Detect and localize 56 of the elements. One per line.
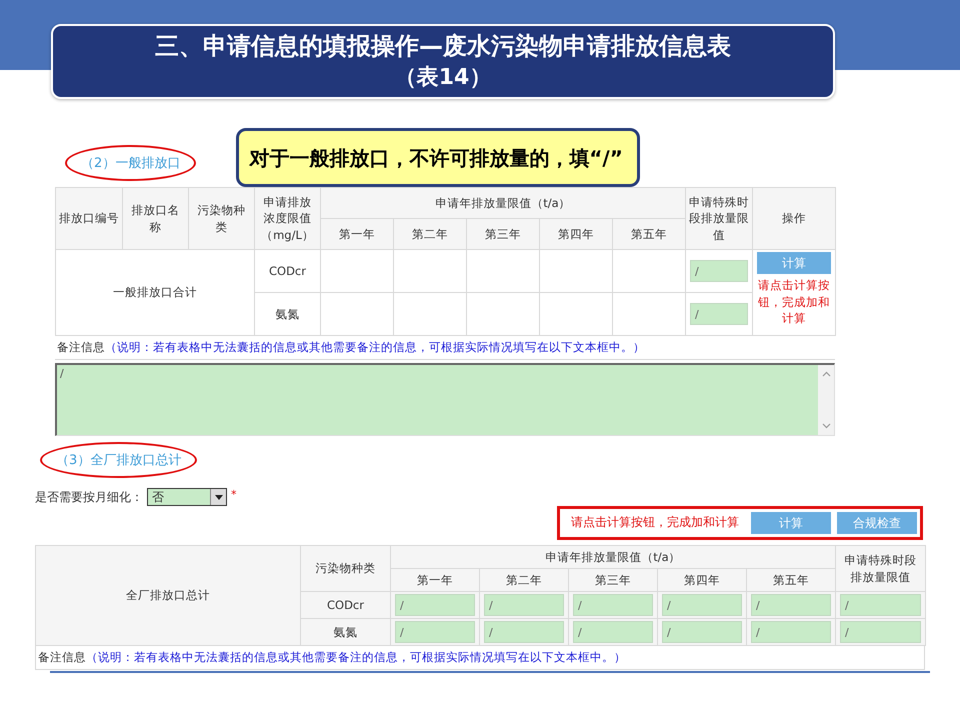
calculate-button[interactable]: 计算 bbox=[751, 512, 831, 534]
header-cell: 申请年排放量限值（t/a） bbox=[390, 546, 836, 568]
slide-subtitle: （表14） bbox=[394, 64, 492, 92]
header-cell: 申请特殊时段排放量限值 bbox=[686, 188, 753, 250]
compliance-check-button[interactable]: 合规检查 bbox=[837, 512, 917, 534]
table-cell: 全厂排放口总计 bbox=[36, 546, 300, 646]
header-cell: 申请特殊时段排放量限值 bbox=[836, 546, 926, 592]
input-field[interactable]: / bbox=[840, 621, 922, 643]
header-cell: 第二年 bbox=[480, 568, 568, 592]
header-cell: 污染物种类 bbox=[300, 546, 390, 592]
calculate-hint: 请点击计算按钮，完成加和计算 bbox=[571, 514, 739, 532]
calculate-button[interactable]: 计算 bbox=[757, 252, 832, 274]
input-field[interactable]: / bbox=[662, 594, 742, 616]
header-cell: 第四年 bbox=[540, 218, 612, 250]
monthly-label: 是否需要按月细化： bbox=[35, 488, 143, 506]
header-cell: 第二年 bbox=[394, 218, 466, 250]
remarks-label: 备注信息（说明：若有表格中无法囊括的信息或其他需要备注的信息，可根据实际情况填写在以下文本框中。） bbox=[56, 339, 646, 356]
table-cell: CODcr bbox=[254, 250, 320, 292]
input-field[interactable]: / bbox=[662, 621, 742, 643]
table-cell: 氨氮 bbox=[300, 618, 390, 646]
input-field[interactable]: / bbox=[395, 594, 475, 616]
header-cell: 第一年 bbox=[390, 568, 480, 592]
header-cell: 申请排放浓度限值（mg/L） bbox=[254, 188, 320, 250]
header-cell: 第一年 bbox=[320, 218, 394, 250]
input-field[interactable]: / bbox=[484, 621, 564, 643]
table-cell: 一般排放口合计 bbox=[56, 250, 254, 336]
header-cell: 排放口名称 bbox=[122, 188, 188, 250]
input-field[interactable]: / bbox=[484, 594, 564, 616]
callout-note: 对于一般排放口，不许可排放量的，填“/” bbox=[236, 128, 640, 187]
input-field[interactable]: / bbox=[751, 594, 832, 616]
input-field[interactable]: / bbox=[840, 594, 922, 616]
remarks-label: 备注信息（说明：若有表格中无法囊括的信息或其他需要备注的信息，可根据实际情况填写在以下文本框中。） bbox=[37, 649, 627, 666]
calculate-hint: 请点击计算按钮，完成加和计算 bbox=[757, 277, 832, 328]
table-cell: 氨氮 bbox=[254, 292, 320, 336]
input-field[interactable]: / bbox=[751, 621, 832, 643]
monthly-select[interactable]: 否 bbox=[147, 488, 227, 506]
header-cell: 操作 bbox=[752, 188, 836, 250]
slide-title: 三、申请信息的填报操作—废水污染物申请排放信息表 bbox=[155, 30, 731, 62]
input-field[interactable]: / bbox=[573, 594, 653, 616]
section-heading: （3）全厂排放口总计 bbox=[40, 442, 198, 478]
input-field[interactable]: / bbox=[690, 303, 748, 325]
input-field[interactable]: / bbox=[395, 621, 475, 643]
header-cell: 第四年 bbox=[658, 568, 746, 592]
header-cell: 第五年 bbox=[746, 568, 836, 592]
header-cell: 第三年 bbox=[568, 568, 658, 592]
section-heading: （2）一般排放口 bbox=[65, 145, 196, 181]
table-cell: CODcr bbox=[300, 592, 390, 618]
header-cell: 申请年排放量限值（t/a） bbox=[320, 188, 686, 218]
input-field[interactable]: / bbox=[573, 621, 653, 643]
header-cell: 第三年 bbox=[466, 218, 540, 250]
header-cell: 排放口编号 bbox=[56, 188, 122, 250]
header-cell: 第五年 bbox=[612, 218, 686, 250]
header-cell: 污染物种类 bbox=[188, 188, 254, 250]
input-field[interactable]: / bbox=[690, 260, 748, 282]
remarks-textarea[interactable]: / bbox=[55, 363, 835, 436]
required-mark: * bbox=[231, 488, 236, 501]
